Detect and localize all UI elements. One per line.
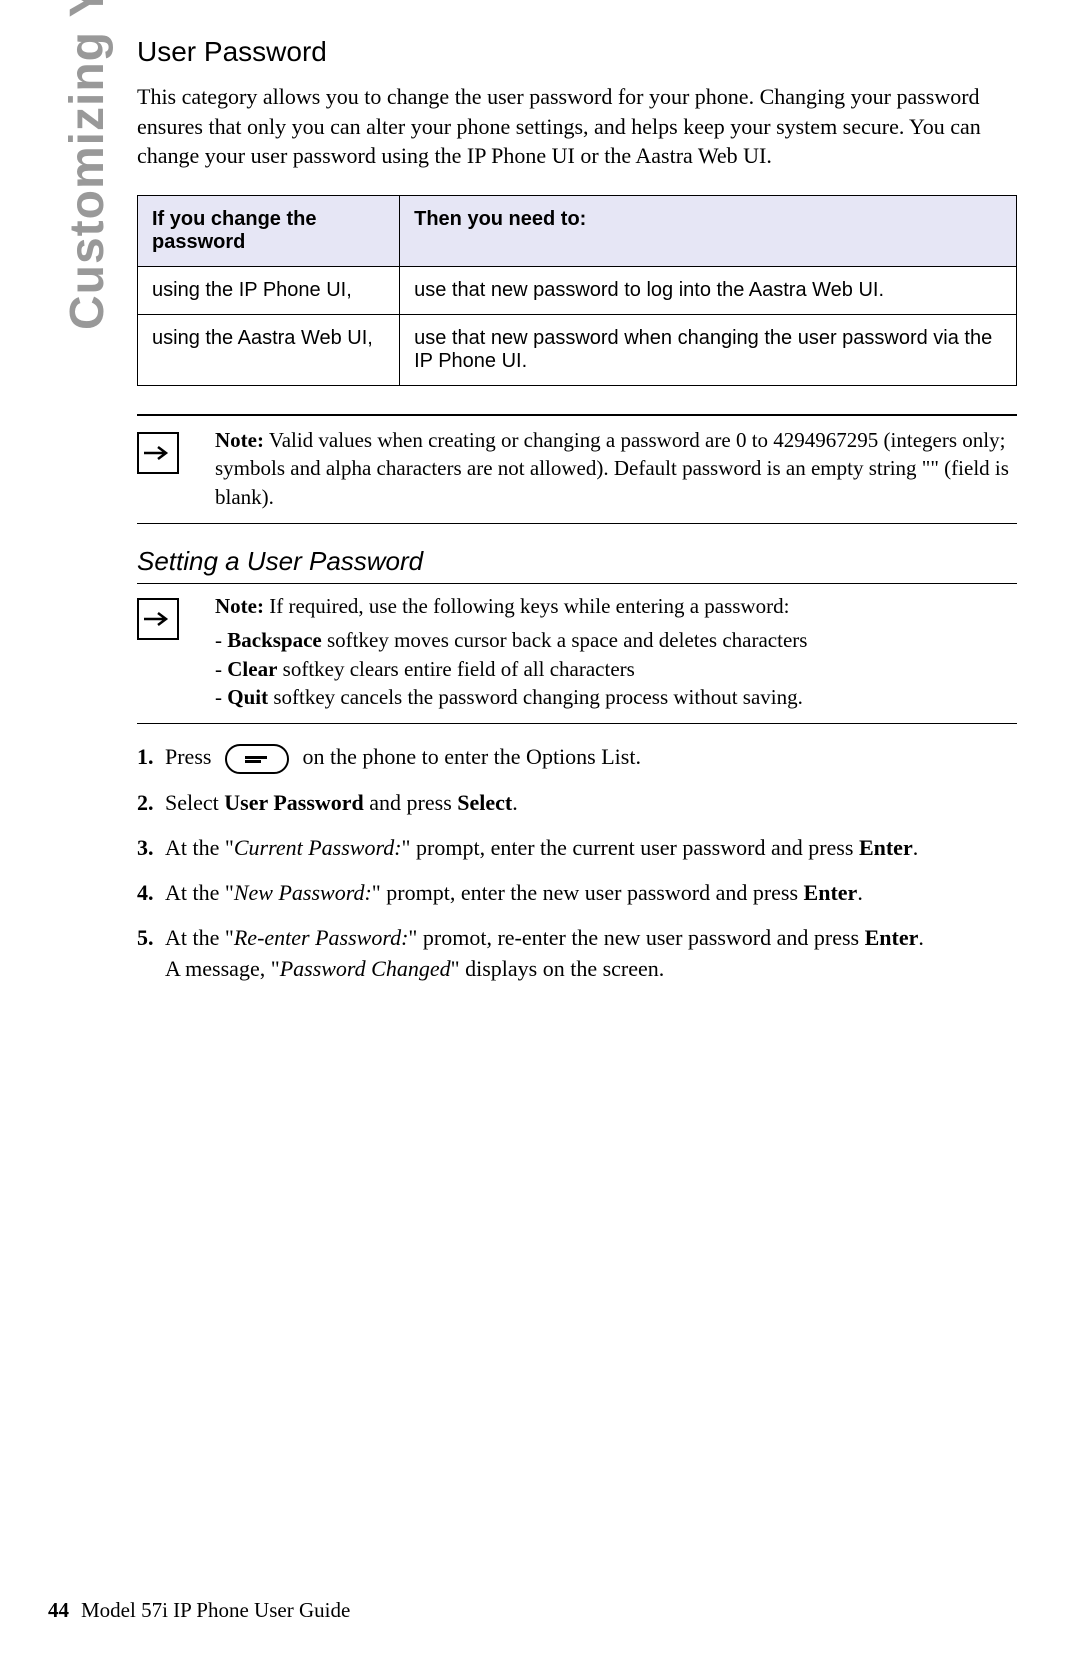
table-cell: using the IP Phone UI, (138, 267, 400, 315)
step-italic: Re-enter Password: (234, 925, 409, 950)
step-bold: User Password (224, 790, 364, 815)
step-bold: Enter (804, 880, 858, 905)
sidebar-section-title: Customizing Your Phone (60, 0, 115, 330)
note-text: Note: Valid values when creating or chan… (215, 426, 1017, 511)
subsection-heading: Setting a User Password (137, 546, 1017, 577)
step-text: . (918, 925, 924, 950)
step-text: . (913, 835, 919, 860)
step-text: A message, " (165, 956, 280, 981)
step-text: Select (165, 790, 224, 815)
table-header-col2: Then you need to: (400, 196, 1017, 267)
table-cell: use that new password when changing the … (400, 315, 1017, 386)
step-italic: New Password: (234, 880, 372, 905)
step-item: At the "Re-enter Password:" promot, re-e… (137, 923, 1017, 985)
page-number: 44 (48, 1598, 69, 1622)
step-text: At the " (165, 925, 234, 950)
list-item: - Quit softkey cancels the password chan… (215, 683, 1017, 711)
footer-title: Model 57i IP Phone User Guide (81, 1598, 350, 1622)
divider (137, 523, 1017, 524)
step-text: . (512, 790, 518, 815)
step-text: " displays on the screen. (451, 956, 665, 981)
softkey-desc: softkey clears entire field of all chara… (277, 657, 634, 681)
arrow-right-icon (137, 432, 179, 474)
step-text: " prompt, enter the current user passwor… (402, 835, 859, 860)
step-text: Press (165, 744, 217, 769)
table-cell: using the Aastra Web UI, (138, 315, 400, 386)
note-label: Note: (215, 594, 264, 618)
divider (137, 583, 1017, 584)
step-italic: Password Changed (280, 956, 451, 981)
step-text: on the phone to enter the Options List. (297, 744, 641, 769)
note-text: Note: If required, use the following key… (215, 592, 1017, 711)
step-italic: Current Password: (234, 835, 402, 860)
step-bold: Select (457, 790, 512, 815)
section-heading: User Password (137, 36, 1017, 68)
softkey-list: - Backspace softkey moves cursor back a … (215, 626, 1017, 711)
options-key-icon (225, 744, 289, 774)
table-cell: use that new password to log into the Aa… (400, 267, 1017, 315)
softkey-name: Backspace (227, 628, 322, 652)
step-text: At the " (165, 835, 234, 860)
step-text: At the " (165, 880, 234, 905)
step-bold: Enter (859, 835, 913, 860)
step-item: Select User Password and press Select. (137, 788, 1017, 819)
password-table: If you change the password Then you need… (137, 195, 1017, 386)
step-text: . (857, 880, 863, 905)
page-footer: 44 Model 57i IP Phone User Guide (48, 1598, 350, 1623)
steps-list: Press on the phone to enter the Options … (137, 742, 1017, 984)
divider (137, 414, 1017, 416)
note-label: Note: (215, 428, 264, 452)
step-bold: Enter (865, 925, 919, 950)
note-lead: If required, use the following keys whil… (264, 594, 789, 618)
table-row: using the IP Phone UI, use that new pass… (138, 267, 1017, 315)
step-item: At the "New Password:" prompt, enter the… (137, 878, 1017, 909)
softkey-name: Clear (227, 657, 277, 681)
list-item: - Backspace softkey moves cursor back a … (215, 626, 1017, 654)
step-text: " prompt, enter the new user password an… (372, 880, 804, 905)
intro-paragraph: This category allows you to change the u… (137, 82, 1017, 171)
list-item: - Clear softkey clears entire field of a… (215, 655, 1017, 683)
table-row: using the Aastra Web UI, use that new pa… (138, 315, 1017, 386)
note-block: Note: If required, use the following key… (137, 592, 1017, 711)
softkey-desc: softkey cancels the password changing pr… (268, 685, 803, 709)
note-block: Note: Valid values when creating or chan… (137, 426, 1017, 511)
step-text: and press (364, 790, 457, 815)
step-item: Press on the phone to enter the Options … (137, 742, 1017, 774)
arrow-right-icon (137, 598, 179, 640)
step-item: At the "Current Password:" prompt, enter… (137, 833, 1017, 864)
softkey-desc: softkey moves cursor back a space and de… (322, 628, 808, 652)
table-header-col1: If you change the password (138, 196, 400, 267)
softkey-name: Quit (227, 685, 268, 709)
divider (137, 723, 1017, 724)
page-content: User Password This category allows you t… (137, 36, 1017, 998)
note-content: Valid values when creating or changing a… (215, 428, 1009, 509)
step-text: " promot, re-enter the new user password… (408, 925, 864, 950)
